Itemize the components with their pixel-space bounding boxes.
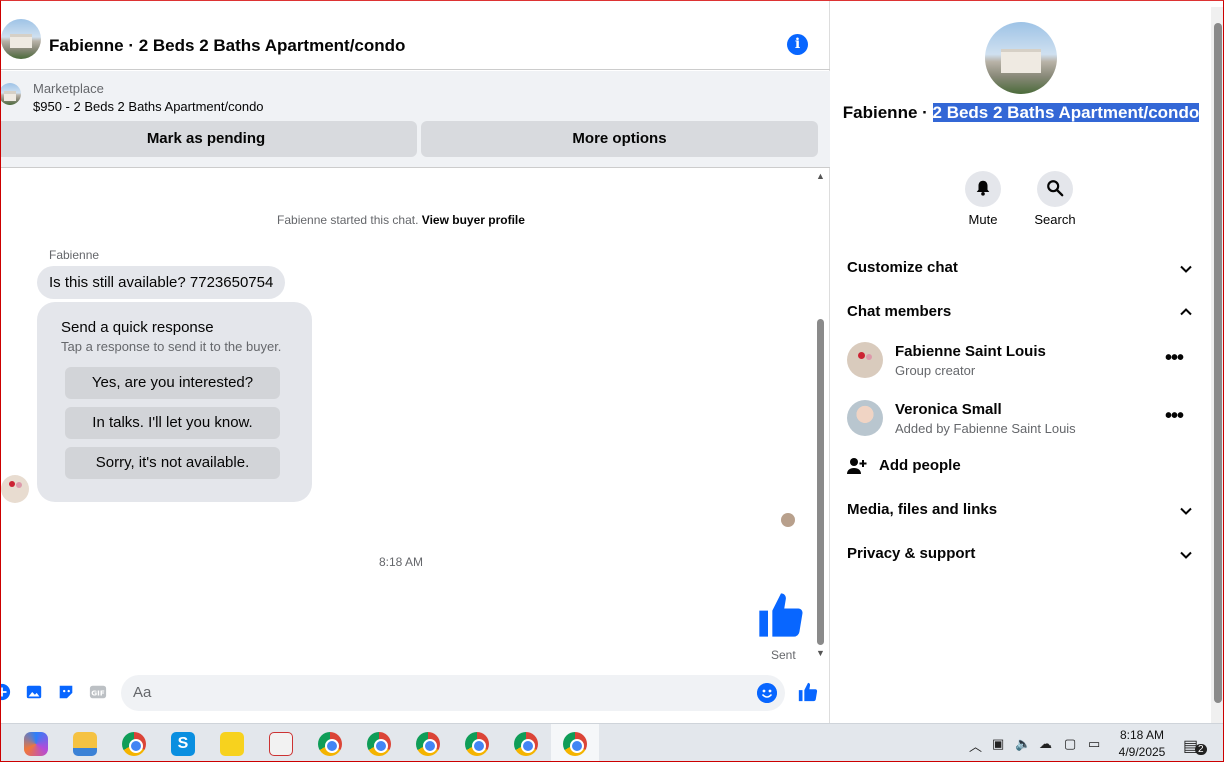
quick-response-sorry-button[interactable]: Sorry, it's not available. (65, 447, 280, 479)
info-icon[interactable]: i (787, 34, 808, 55)
quick-response-yes-button[interactable]: Yes, are you interested? (65, 367, 280, 399)
chevron-down-icon[interactable] (1179, 504, 1193, 518)
composer-bar: GIF Aa (1, 673, 830, 713)
onedrive-cloud-icon[interactable]: ☁ (1039, 736, 1052, 752)
member-avatar-veronica[interactable] (847, 400, 883, 436)
skype-icon[interactable]: S (171, 732, 195, 756)
chat-details-panel: Fabienne · 2 Beds 2 Baths Apartment/cond… (831, 7, 1211, 723)
member-avatar-fabienne[interactable] (847, 342, 883, 378)
quick-response-subtitle: Tap a response to send it to the buyer. (61, 339, 282, 354)
bell-icon (976, 180, 990, 196)
scroll-up-arrow[interactable]: ▲ (816, 171, 825, 181)
mark-pending-button[interactable]: Mark as pending (1, 121, 417, 157)
chat-started-notice: Fabienne started this chat. View buyer p… (1, 213, 801, 227)
add-person-icon[interactable] (847, 457, 867, 475)
view-buyer-profile-link[interactable]: View buyer profile (422, 213, 525, 227)
emoji-icon[interactable] (757, 683, 777, 703)
chrome-profile-icon[interactable] (416, 732, 440, 756)
panel-title-name: Fabienne · (842, 103, 933, 122)
meet-icon[interactable]: ▢ (1064, 736, 1076, 752)
taskbar: S ︿ ▣ 🔈 ☁ ▢ ▭ 8:18 AM 4/9/2025 ▤ 2 (1, 723, 1223, 761)
member-name[interactable]: Fabienne Saint Louis (895, 343, 1046, 360)
started-text: Fabienne started this chat. (277, 213, 419, 227)
chrome-active-icon[interactable] (563, 732, 587, 756)
network-icon[interactable]: ▭ (1088, 736, 1100, 752)
chat-pane: Fabienne · 2 Beds 2 Baths Apartment/cond… (1, 1, 830, 723)
chrome-icon[interactable] (122, 732, 146, 756)
more-options-button[interactable]: More options (421, 121, 818, 157)
security-icon[interactable]: ▣ (992, 736, 1004, 752)
timestamp-separator: 8:18 AM (378, 555, 424, 569)
like-send-icon[interactable] (797, 681, 819, 703)
clock-date[interactable]: 4/9/2025 (1107, 745, 1177, 759)
quick-response-title: Send a quick response (61, 319, 214, 336)
customize-chat-section[interactable]: Customize chat (847, 259, 958, 276)
message-input[interactable]: Aa (121, 675, 785, 711)
sent-status: Sent (771, 648, 796, 662)
chrome-profile-icon[interactable] (367, 732, 391, 756)
listing-avatar[interactable] (1, 19, 41, 59)
more-icon[interactable]: ••• (1165, 347, 1184, 370)
svg-text:GIF: GIF (91, 689, 105, 698)
chevron-down-icon[interactable] (1179, 262, 1193, 276)
quick-response-talks-button[interactable]: In talks. I'll let you know. (65, 407, 280, 439)
chrome-profile-icon[interactable] (514, 732, 538, 756)
plus-icon[interactable] (0, 683, 11, 701)
mute-button[interactable] (965, 171, 1001, 207)
copilot-icon[interactable] (24, 732, 48, 756)
search-button[interactable] (1037, 171, 1073, 207)
mute-label: Mute (968, 212, 998, 227)
marketplace-label: Marketplace (33, 81, 104, 96)
thumbs-up-sent-icon (759, 593, 803, 637)
notification-count: 2 (1195, 744, 1207, 755)
scroll-down-arrow[interactable]: ▼ (816, 648, 825, 658)
search-icon (1047, 180, 1064, 197)
chevron-up-icon[interactable]: ︿ (969, 736, 982, 755)
member-role: Group creator (895, 363, 976, 378)
chat-members-section[interactable]: Chat members (847, 303, 951, 320)
message-placeholder: Aa (133, 684, 152, 701)
add-people-button[interactable]: Add people (879, 457, 961, 474)
chrome-profile-icon[interactable] (465, 732, 489, 756)
file-explorer-icon[interactable] (73, 732, 97, 756)
listing-large-avatar[interactable] (985, 22, 1057, 94)
page-scrollbar-thumb[interactable] (1214, 23, 1222, 703)
sticker-icon[interactable] (57, 683, 75, 701)
listing-title[interactable]: $950 - 2 Beds 2 Baths Apartment/condo (33, 99, 264, 114)
search-label: Search (1034, 212, 1076, 227)
photo-icon[interactable] (25, 683, 43, 701)
gif-icon[interactable]: GIF (89, 683, 107, 701)
panel-title: Fabienne · 2 Beds 2 Baths Apartment/cond… (831, 103, 1211, 123)
privacy-support-section[interactable]: Privacy & support (847, 545, 975, 562)
chat-scrollbar-thumb[interactable] (817, 319, 824, 645)
chat-header: Fabienne · 2 Beds 2 Baths Apartment/cond… (1, 7, 830, 70)
quick-response-card: Send a quick response Tap a response to … (37, 302, 312, 502)
more-icon[interactable]: ••• (1165, 405, 1184, 428)
chrome-profile-icon[interactable] (318, 732, 342, 756)
message-bubble[interactable]: Is this still available? 7723650754 (37, 266, 286, 299)
chevron-down-icon[interactable] (1179, 548, 1193, 562)
sender-name: Fabienne (49, 248, 100, 262)
chat-title[interactable]: Fabienne · 2 Beds 2 Baths Apartment/cond… (49, 36, 405, 56)
member-name[interactable]: Veronica Small (895, 401, 1002, 418)
volume-icon[interactable]: 🔈 (1015, 736, 1031, 752)
screen: Fabienne · 2 Beds 2 Baths Apartment/cond… (0, 0, 1224, 762)
snipping-tool-icon[interactable] (269, 732, 293, 756)
chevron-up-icon[interactable] (1179, 305, 1193, 319)
panel-title-selection: 2 Beds 2 Baths Apartment/condo (932, 103, 1200, 122)
listing-thumbnail[interactable] (1, 83, 21, 105)
marketplace-bar: Marketplace $950 - 2 Beds 2 Baths Apartm… (1, 71, 830, 168)
member-added-by: Added by Fabienne Saint Louis (895, 421, 1076, 436)
seen-indicator-avatar (781, 513, 795, 527)
sender-avatar[interactable] (1, 475, 29, 503)
sticky-notes-icon[interactable] (220, 732, 244, 756)
clock-time[interactable]: 8:18 AM (1107, 728, 1177, 742)
media-files-links-section[interactable]: Media, files and links (847, 501, 997, 518)
